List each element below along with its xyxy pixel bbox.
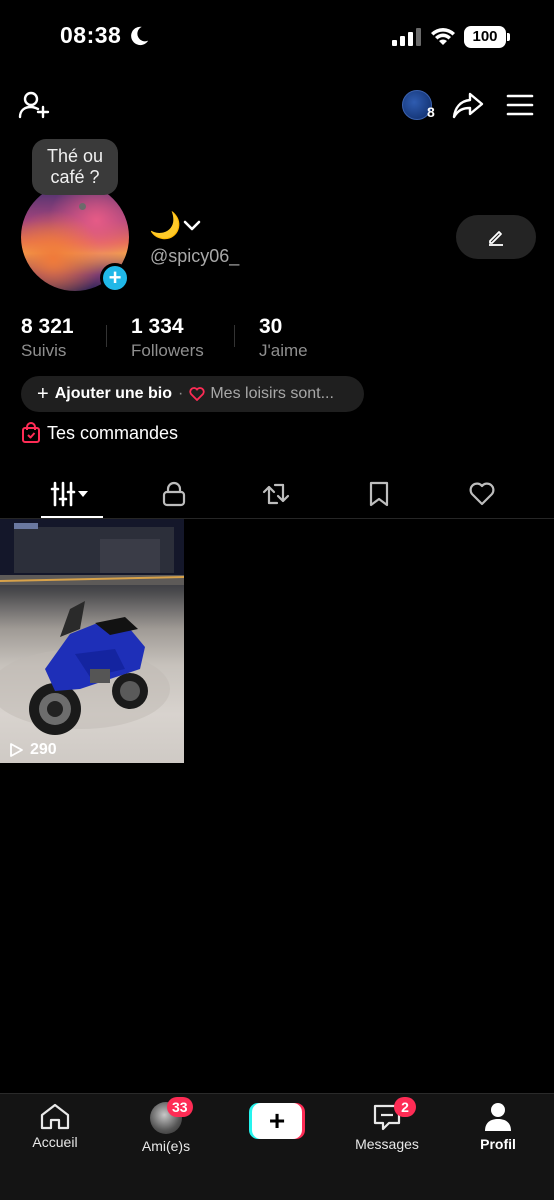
shopping-bag-icon bbox=[22, 422, 40, 443]
signal-icon bbox=[392, 28, 421, 46]
profile-tabs bbox=[0, 470, 554, 519]
following-label[interactable]: Suivis bbox=[21, 341, 66, 361]
add-bio-button[interactable]: + Ajouter une bio · Mes loisirs sont... bbox=[21, 376, 364, 412]
followers-count[interactable]: 1 334 bbox=[131, 315, 184, 339]
motorcycle-image bbox=[0, 519, 184, 735]
stat-divider bbox=[234, 325, 235, 347]
play-icon bbox=[10, 743, 23, 757]
friends-badge: 33 bbox=[167, 1097, 193, 1117]
note-bubble-dot bbox=[79, 203, 86, 210]
bookmark-icon bbox=[369, 481, 389, 507]
tab-videos[interactable] bbox=[21, 470, 123, 518]
nav-profile-label: Profil bbox=[480, 1136, 516, 1152]
video-view-count: 290 bbox=[8, 741, 57, 759]
menu-icon[interactable] bbox=[506, 93, 534, 117]
chevron-down-icon[interactable] bbox=[183, 219, 201, 233]
plus-icon: + bbox=[37, 383, 49, 405]
view-count: 290 bbox=[30, 741, 57, 758]
battery-indicator: 100 bbox=[464, 26, 510, 48]
moon-icon bbox=[131, 26, 149, 46]
tab-private[interactable] bbox=[123, 470, 225, 518]
nav-home[interactable]: Accueil bbox=[0, 1102, 110, 1150]
nav-messages-label: Messages bbox=[355, 1136, 419, 1152]
following-count[interactable]: 8 321 bbox=[21, 315, 74, 339]
nav-home-label: Accueil bbox=[32, 1134, 78, 1150]
heart-icon bbox=[469, 482, 495, 506]
pencil-icon bbox=[489, 231, 503, 246]
bio-separator: · bbox=[178, 385, 184, 402]
heart-icon bbox=[189, 387, 205, 401]
status-bar: 08:38 100 bbox=[0, 0, 554, 76]
edit-profile-button[interactable] bbox=[456, 215, 536, 259]
active-tab-indicator bbox=[41, 516, 103, 518]
profile-name[interactable]: 🌙 bbox=[149, 210, 181, 240]
add-friend-icon[interactable] bbox=[18, 90, 50, 120]
videos-grid-icon bbox=[50, 481, 88, 507]
plus-icon: + bbox=[252, 1103, 302, 1139]
add-bio-label: Ajouter une bio bbox=[54, 385, 173, 402]
tab-reposts[interactable] bbox=[225, 470, 327, 518]
wifi-icon bbox=[431, 28, 455, 45]
orders-link[interactable]: Tes commandes bbox=[21, 422, 178, 444]
coin-count: 8 bbox=[427, 104, 435, 120]
profile-icon bbox=[485, 1103, 511, 1131]
status-time: 08:38 bbox=[60, 22, 122, 48]
home-icon bbox=[40, 1103, 70, 1130]
bio-hint: Mes loisirs sont... bbox=[210, 385, 334, 402]
nav-profile[interactable]: Profil bbox=[443, 1102, 553, 1152]
followers-label[interactable]: Followers bbox=[131, 341, 204, 361]
stat-divider bbox=[106, 325, 107, 347]
nav-messages[interactable]: Messages bbox=[332, 1102, 442, 1152]
tab-favorites[interactable] bbox=[328, 470, 430, 518]
repost-icon bbox=[262, 483, 290, 505]
likes-label[interactable]: J'aime bbox=[259, 341, 308, 361]
add-story-button[interactable]: + bbox=[100, 263, 130, 293]
likes-count[interactable]: 30 bbox=[259, 315, 282, 339]
tab-liked[interactable] bbox=[431, 470, 533, 518]
username: @spicy06_ bbox=[150, 246, 240, 266]
note-bubble[interactable]: Thé ou café ? bbox=[32, 139, 118, 195]
messages-badge: 2 bbox=[394, 1097, 416, 1117]
nav-friends[interactable]: Ami(e)s bbox=[111, 1102, 221, 1154]
video-thumbnail[interactable] bbox=[0, 519, 184, 763]
create-button[interactable]: + bbox=[249, 1103, 305, 1139]
share-icon[interactable] bbox=[452, 90, 484, 120]
orders-label: Tes commandes bbox=[47, 422, 179, 443]
nav-friends-label: Ami(e)s bbox=[141, 1138, 191, 1154]
lock-icon bbox=[162, 481, 186, 507]
